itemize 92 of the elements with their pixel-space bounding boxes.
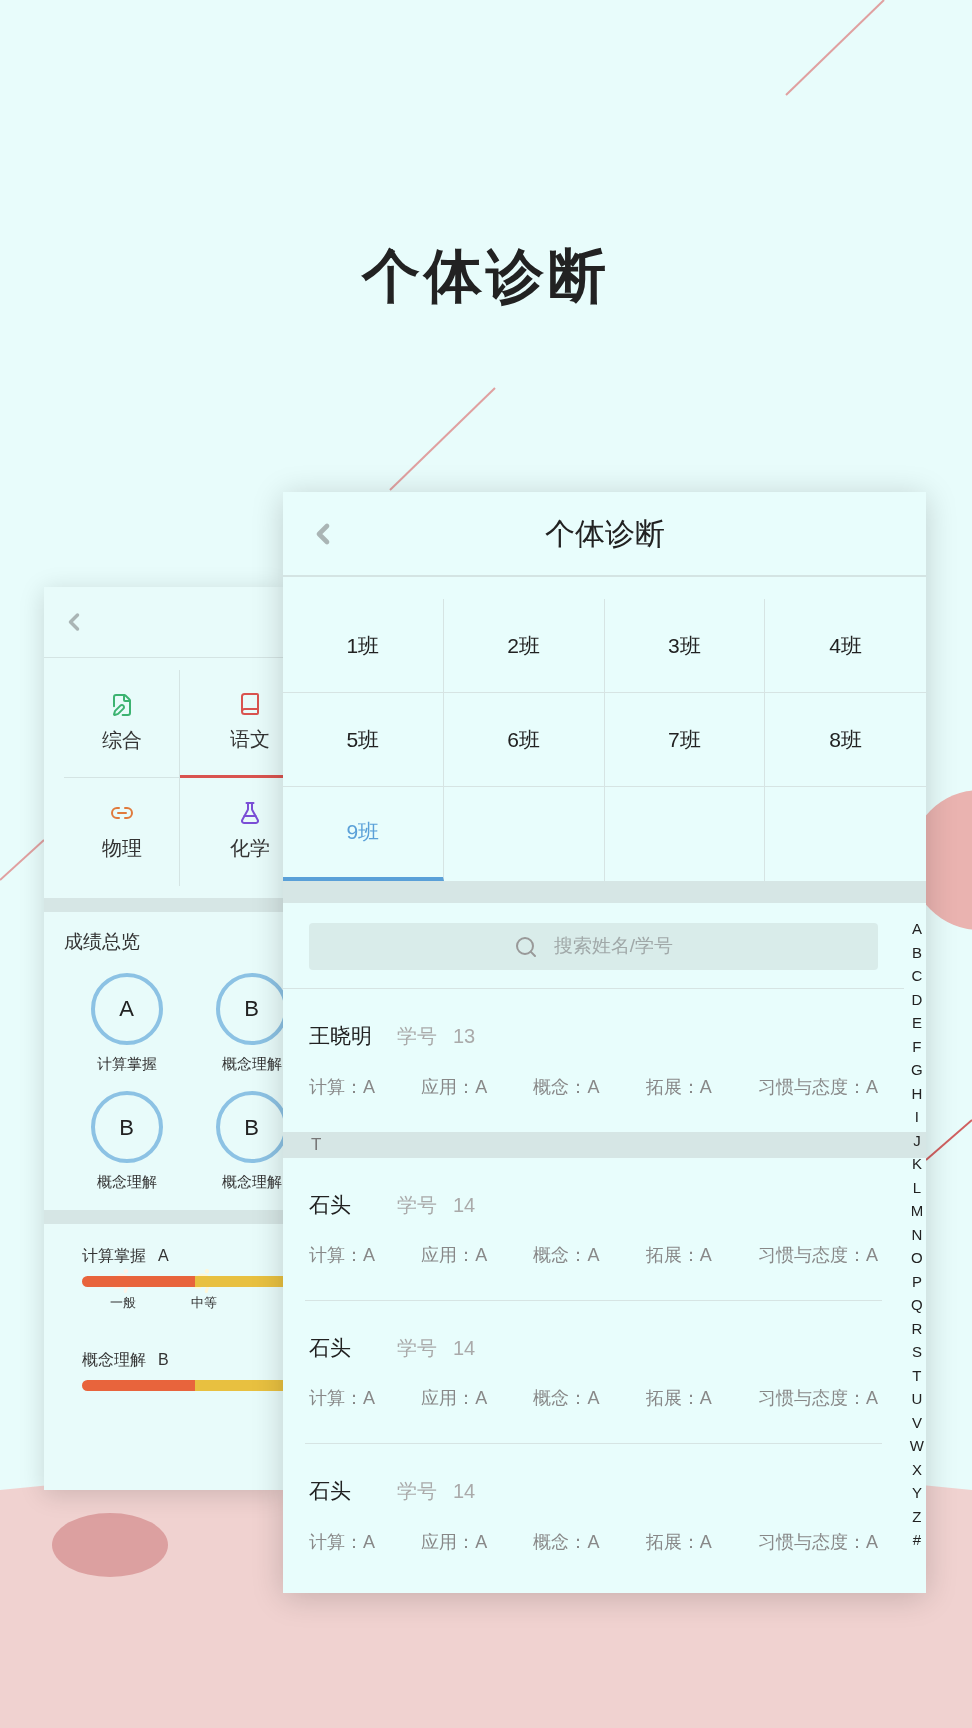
grade-label: 计算掌握	[96, 1053, 157, 1074]
score-text: 应用：A	[421, 1244, 488, 1268]
class-tab[interactable]: 4班	[765, 599, 926, 693]
index-letter[interactable]: M	[910, 1199, 924, 1223]
class-tab[interactable]: 2班	[443, 599, 605, 693]
class-tab[interactable]: 3班	[604, 599, 766, 693]
score-text: 习惯与态度：A	[757, 1075, 878, 1099]
grade-label: 概念理解	[221, 1053, 282, 1074]
student-id: 14	[453, 1192, 476, 1218]
skill-grade: B	[158, 1350, 169, 1370]
index-letter[interactable]: Z	[912, 1504, 922, 1528]
book-icon	[238, 691, 262, 716]
student-id: 14	[453, 1479, 476, 1505]
index-letter[interactable]: #	[912, 1528, 922, 1552]
index-letter[interactable]: G	[911, 1058, 923, 1082]
class-tab[interactable]: 1班	[283, 599, 444, 693]
level-label: 一般	[109, 1293, 136, 1312]
score-text: 习惯与态度：A	[757, 1387, 878, 1411]
index-letter[interactable]: W	[909, 1434, 924, 1458]
index-letter[interactable]: H	[911, 1081, 923, 1105]
section-title: 成绩总览	[64, 930, 141, 954]
index-letter[interactable]: V	[911, 1410, 922, 1434]
score-text: 概念：A	[533, 1244, 600, 1268]
student-name: 石头	[309, 1191, 352, 1218]
poster-title: 个体诊断	[360, 242, 611, 310]
class-tab[interactable]: 5班	[283, 693, 444, 787]
score-text: 概念：A	[533, 1387, 600, 1411]
score-text: 习惯与态度：A	[757, 1244, 878, 1268]
grade-label: 概念理解	[96, 1172, 157, 1192]
index-letter[interactable]: X	[911, 1457, 922, 1481]
student-row[interactable]: 石头 学号 14 计算：A 应用：A 概念：A 拓展：A 习惯与态度：A	[305, 1444, 882, 1587]
score-text: 拓展：A	[645, 1387, 712, 1411]
subject-tab[interactable]: 物理	[64, 778, 180, 886]
level-label: 中等	[191, 1293, 218, 1312]
student-id-label: 学号	[397, 1335, 437, 1361]
score-text: 计算：A	[309, 1387, 375, 1411]
index-letter[interactable]: T	[912, 1363, 922, 1387]
index-letter[interactable]: Y	[911, 1481, 922, 1505]
skill-grade: A	[158, 1245, 169, 1266]
index-letter[interactable]: E	[911, 1011, 922, 1035]
student-id: 13	[453, 1024, 476, 1050]
score-text: 应用：A	[421, 1387, 488, 1411]
student-row[interactable]: 王晓明 学号 13 计算：A 应用：A 概念：A 拓展：A 习惯与态度：A	[305, 989, 882, 1132]
student-row[interactable]: 石头 学号 14 计算：A 应用：A 概念：A 拓展：A 习惯与态度：A	[305, 1158, 882, 1301]
index-letter[interactable]: C	[911, 964, 923, 988]
student-id-label: 学号	[397, 1479, 437, 1505]
grade-label: 概念理解	[221, 1172, 282, 1192]
skill-label: 概念理解	[82, 1350, 146, 1370]
index-letter[interactable]: S	[911, 1340, 922, 1364]
student-name: 王晓明	[309, 1023, 373, 1050]
index-letter[interactable]: U	[911, 1387, 923, 1411]
index-letter[interactable]: O	[911, 1246, 923, 1270]
index-letter[interactable]: A	[911, 917, 922, 941]
flask-icon	[238, 801, 262, 825]
index-letter[interactable]: Q	[911, 1293, 923, 1317]
student-name: 石头	[309, 1478, 352, 1505]
index-letter[interactable]: L	[912, 1175, 922, 1199]
score-text: 习惯与态度：A	[757, 1530, 878, 1554]
score-text: 概念：A	[533, 1530, 600, 1554]
score-text: 计算：A	[309, 1530, 375, 1554]
index-letter[interactable]: N	[911, 1222, 923, 1246]
student-id-label: 学号	[397, 1024, 437, 1050]
index-letter[interactable]: D	[911, 987, 923, 1011]
score-text: 拓展：A	[645, 1244, 712, 1268]
subject-tab[interactable]: 综合	[64, 670, 180, 778]
class-tab[interactable]: 6班	[443, 693, 605, 787]
score-text: 拓展：A	[645, 1075, 712, 1099]
score-text: 拓展：A	[645, 1530, 712, 1554]
index-letter[interactable]: J	[913, 1128, 921, 1152]
score-text: 计算：A	[309, 1075, 375, 1099]
index-letter[interactable]: B	[911, 940, 922, 964]
skill-label: 计算掌握	[82, 1245, 146, 1266]
subject-tab[interactable]: 化学	[180, 778, 283, 886]
student-name: 石头	[309, 1334, 352, 1361]
index-letter[interactable]: F	[912, 1034, 922, 1058]
class-tab[interactable]: 7班	[604, 693, 766, 787]
student-id-label: 学号	[397, 1192, 437, 1218]
score-text: 应用：A	[421, 1075, 488, 1099]
score-text: 计算：A	[309, 1244, 375, 1268]
student-row[interactable]: 石头 学号 14 计算：A 应用：A 概念：A 拓展：A 习惯与态度：A	[305, 1301, 882, 1444]
index-letter[interactable]: K	[911, 1152, 922, 1176]
index-letter[interactable]: I	[914, 1105, 919, 1129]
score-text: 概念：A	[533, 1075, 600, 1099]
search-icon	[513, 934, 538, 959]
index-letter[interactable]: R	[911, 1316, 923, 1340]
decor-line	[925, 1119, 972, 1161]
score-text: 应用：A	[421, 1530, 488, 1554]
screen-title: 个体诊断	[544, 516, 665, 552]
decor-line	[0, 839, 45, 881]
class-tab[interactable]: 8班	[765, 693, 926, 787]
index-letter[interactable]: P	[911, 1269, 922, 1293]
student-id: 14	[453, 1335, 476, 1361]
